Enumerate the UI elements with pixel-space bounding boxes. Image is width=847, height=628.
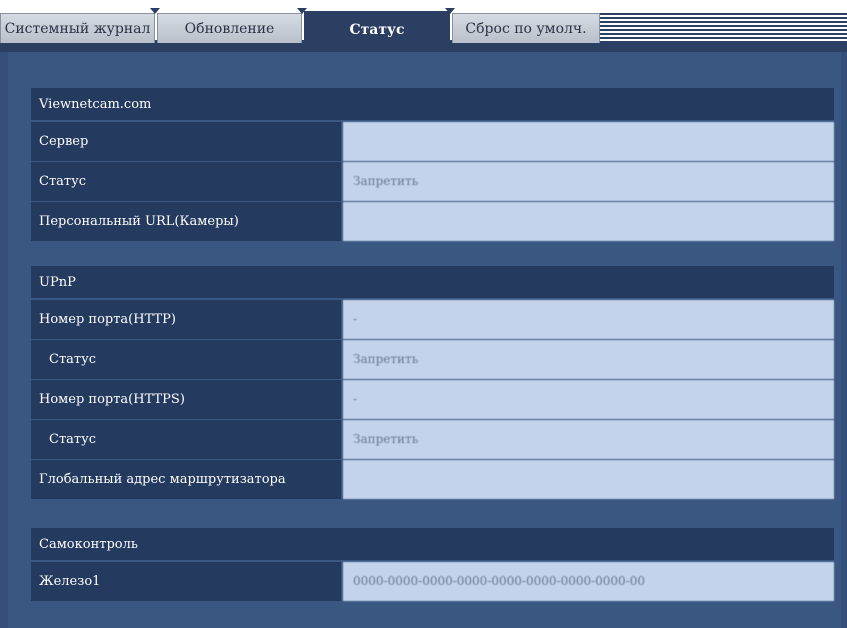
tab-decoration xyxy=(600,13,847,43)
row-value: - xyxy=(343,380,834,419)
row-http-status: Статус Запретить xyxy=(31,340,834,380)
tab-update[interactable]: Обновление xyxy=(157,13,302,43)
row-value xyxy=(343,202,834,241)
section-viewnetcam: Viewnetcam.com Сервер Статус Запретить П… xyxy=(31,88,834,242)
section-header-upnp: UPnP xyxy=(31,266,834,300)
section-header-selfcheck: Самоконтроль xyxy=(31,528,834,562)
row-label: Глобальный адрес маршрутизатора xyxy=(31,460,341,499)
row-label: Сервер xyxy=(31,122,341,161)
tab-bar: Системный журнал Обновление Статус Сброс… xyxy=(0,0,847,52)
row-label: Статус xyxy=(31,340,341,379)
row-value: 0000-0000-0000-0000-0000-0000-0000-0000-… xyxy=(343,562,834,601)
row-value: Запретить xyxy=(343,162,834,201)
tab-reset-defaults[interactable]: Сброс по умолч. xyxy=(452,13,600,43)
row-https-status: Статус Запретить xyxy=(31,420,834,460)
row-value: Запретить xyxy=(343,420,834,459)
row-https-port: Номер порта(HTTPS) - xyxy=(31,380,834,420)
row-label: Персональный URL(Камеры) xyxy=(31,202,341,241)
tab-system-log[interactable]: Системный журнал xyxy=(0,13,155,43)
section-selfcheck: Самоконтроль Железо1 0000-0000-0000-0000… xyxy=(31,528,834,602)
row-value: - xyxy=(343,300,834,339)
row-server: Сервер xyxy=(31,122,834,162)
section-header-viewnetcam: Viewnetcam.com xyxy=(31,88,834,122)
row-value xyxy=(343,122,834,161)
row-label: Номер порта(HTTPS) xyxy=(31,380,341,419)
row-label: Номер порта(HTTP) xyxy=(31,300,341,339)
tab-status[interactable]: Статус xyxy=(304,11,450,52)
row-label: Железо1 xyxy=(31,562,341,601)
row-value: Запретить xyxy=(343,340,834,379)
row-status: Статус Запретить xyxy=(31,162,834,202)
row-personal-url: Персональный URL(Камеры) xyxy=(31,202,834,242)
row-hardware1: Железо1 0000-0000-0000-0000-0000-0000-00… xyxy=(31,562,834,602)
row-label: Статус xyxy=(31,420,341,459)
row-value xyxy=(343,460,834,499)
row-label: Статус xyxy=(31,162,341,201)
row-http-port: Номер порта(HTTP) - xyxy=(31,300,834,340)
row-global-router-address: Глобальный адрес маршрутизатора xyxy=(31,460,834,500)
section-upnp: UPnP Номер порта(HTTP) - Статус Запретит… xyxy=(31,266,834,500)
